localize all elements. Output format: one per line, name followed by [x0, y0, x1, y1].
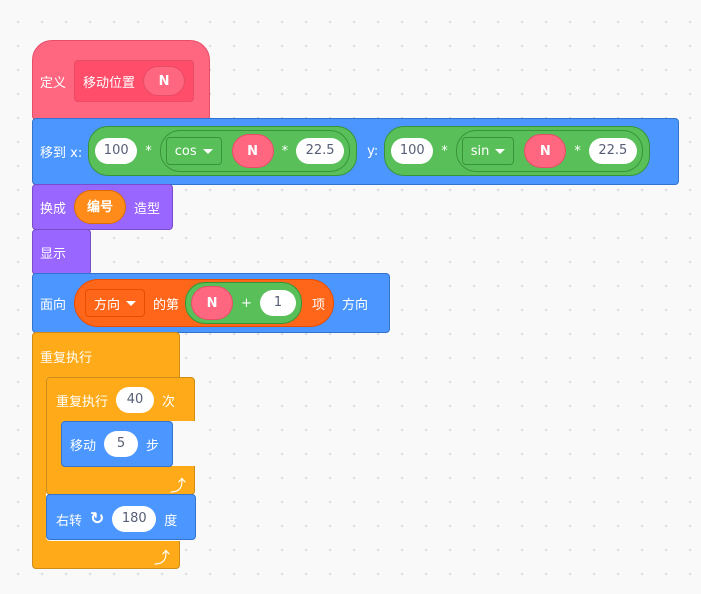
move-suffix: 步 [146, 438, 160, 454]
loop-arrow-icon: ⤴ [154, 548, 171, 567]
move-label: 移动 [70, 438, 97, 454]
x-inner-times-sign: * [281, 143, 289, 159]
y-func-dropdown[interactable]: sin [461, 137, 515, 165]
forever-row: 重复执行 [40, 344, 92, 368]
x-inner-expression: cos N * 22.5 [159, 130, 351, 172]
repeat-row: 重复执行 40 次 [56, 387, 175, 413]
costume-label: 换成 [40, 201, 67, 217]
turn-label: 右转 [56, 513, 83, 529]
plus-sign: + [241, 295, 252, 311]
turn-degrees-input[interactable]: 180 [112, 506, 157, 532]
define-name: 移动位置 [83, 75, 136, 91]
loop-arrow-icon: ⤴ [170, 476, 187, 495]
x-value-input[interactable]: 22.5 [296, 138, 345, 164]
repeat-suffix: 次 [162, 394, 176, 410]
y-inner-expression: sin N * 22.5 [455, 130, 643, 172]
switch-costume-row: 换成 编号 造型 [40, 190, 160, 224]
x-multiplier-input[interactable]: 100 [95, 138, 138, 164]
x-func-dropdown[interactable]: cos [165, 137, 222, 165]
goto-xy-row: 移到 x: 100 * cos N * 22.5 y: 100 * sin N … [40, 126, 650, 176]
point-suffix: 方向 [341, 297, 368, 313]
chevron-down-icon [495, 148, 506, 154]
goto-label: 移到 x: [40, 145, 83, 161]
y-value-input[interactable]: 22.5 [588, 138, 637, 164]
forever-label: 重复执行 [40, 350, 93, 366]
y-param-N[interactable]: N [524, 134, 567, 168]
list-of-label: 的第 [153, 297, 180, 313]
y-label: y: [367, 143, 379, 159]
x-times-sign: * [145, 143, 152, 159]
show-row: 显示 [40, 236, 66, 268]
list-name: 方向 [94, 297, 121, 313]
y-times-sign: * [441, 143, 448, 159]
define-param-N[interactable]: N [143, 66, 186, 96]
list-dropdown[interactable]: 方向 [85, 289, 146, 317]
move-row: 移动 5 步 [70, 431, 159, 457]
index-param-N[interactable]: N [191, 286, 234, 320]
show-label: 显示 [40, 246, 67, 262]
costume-variable-reporter[interactable]: 编号 [74, 190, 127, 224]
repeat-count-input[interactable]: 40 [116, 387, 155, 413]
costume-suffix: 造型 [134, 201, 161, 217]
x-func-label: cos [174, 143, 197, 159]
y-func-label: sin [470, 143, 490, 159]
turn-suffix: 度 [164, 513, 178, 529]
point-direction-row: 面向 方向 的第 N + 1 项 方向 [40, 279, 368, 327]
rotate-clockwise-icon: ↻ [90, 509, 105, 529]
define-hat-row: 定义 移动位置 N [40, 60, 195, 102]
define-label: 定义 [40, 75, 67, 91]
y-inner-times-sign: * [574, 143, 581, 159]
define-prototype[interactable]: 移动位置 N [74, 60, 195, 102]
y-expression[interactable]: 100 * sin N * 22.5 [384, 126, 650, 176]
chevron-down-icon [202, 148, 213, 154]
turn-row: 右转 ↻ 180 度 [56, 506, 177, 532]
add-value-input[interactable]: 1 [259, 290, 296, 316]
x-expression[interactable]: 100 * cos N * 22.5 [88, 126, 358, 176]
move-steps-input[interactable]: 5 [104, 431, 139, 457]
item-label: 项 [311, 297, 325, 313]
index-expression[interactable]: N + 1 [185, 282, 302, 324]
chevron-down-icon [126, 300, 137, 306]
x-param-N[interactable]: N [231, 134, 274, 168]
point-label: 面向 [40, 297, 67, 313]
y-multiplier-input[interactable]: 100 [391, 138, 434, 164]
repeat-label: 重复执行 [56, 394, 109, 410]
item-of-list-reporter[interactable]: 方向 的第 N + 1 项 [74, 279, 334, 327]
